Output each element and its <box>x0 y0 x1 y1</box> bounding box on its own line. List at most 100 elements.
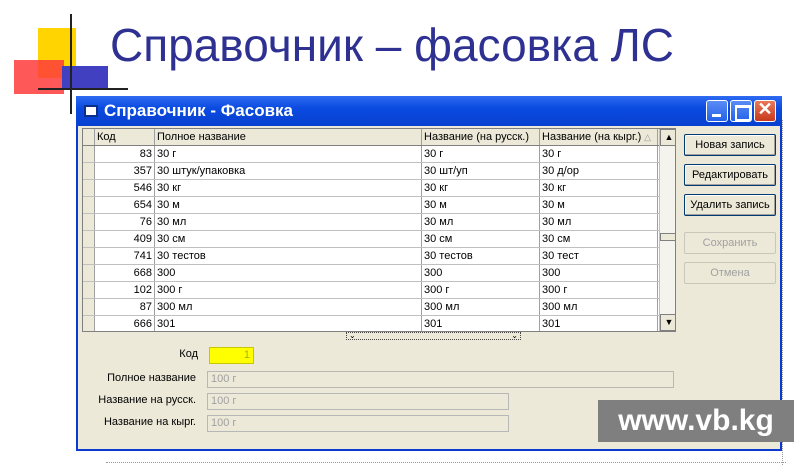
cell-kyr: 300 <box>540 265 658 281</box>
save-button[interactable]: Сохранить <box>684 232 776 254</box>
table-row[interactable]: 102 300 г 300 г 300 г <box>83 282 659 299</box>
slide-title: Справочник – фасовка ЛС <box>110 19 674 71</box>
cell-rus: 30 шт/уп <box>422 163 540 179</box>
cell-full-name: 300 <box>155 265 422 281</box>
grid-vertical-scrollbar[interactable]: ▲ ▼ <box>659 129 675 331</box>
cell-kyr: 301 <box>540 316 658 331</box>
sort-up-icon: △ <box>644 132 651 142</box>
cell-full-name: 300 мл <box>155 299 422 315</box>
cell-full-name: 30 кг <box>155 180 422 196</box>
chevron-down-icon: ⌄ <box>511 331 518 340</box>
cell-kod: 76 <box>95 214 155 230</box>
row-selector[interactable] <box>83 248 95 264</box>
cell-kod: 546 <box>95 180 155 196</box>
cancel-button[interactable]: Отмена <box>684 262 776 284</box>
table-row[interactable]: 409 30 см 30 см 30 см <box>83 231 659 248</box>
cell-kyr: 30 кг <box>540 180 658 196</box>
decor-vertical-line <box>70 14 72 114</box>
new-record-button[interactable]: Новая запись <box>684 134 776 156</box>
cell-kod: 83 <box>95 146 155 162</box>
cell-rus: 30 см <box>422 231 540 247</box>
window-titlebar[interactable]: Справочник - Фасовка ✕ <box>76 96 782 126</box>
full-name-field[interactable]: 100 г <box>207 371 674 388</box>
kod-field[interactable]: 1 <box>209 347 254 364</box>
row-selector[interactable] <box>83 197 95 213</box>
row-selector[interactable] <box>83 282 95 298</box>
table-row[interactable]: 76 30 мл 30 мл 30 мл <box>83 214 659 231</box>
window-title: Справочник - Фасовка <box>104 101 293 120</box>
kyr-name-field[interactable]: 100 г <box>207 415 509 432</box>
table-row[interactable]: 357 30 штук/упаковка 30 шт/уп 30 д/ор <box>83 163 659 180</box>
cell-rus: 301 <box>422 316 540 331</box>
cell-kod: 87 <box>95 299 155 315</box>
watermark: www.vb.kg <box>598 400 794 442</box>
cell-kyr: 300 мл <box>540 299 658 315</box>
cell-rus: 30 г <box>422 146 540 162</box>
column-header-kyr[interactable]: Название (на кырг.) △ <box>540 129 658 145</box>
row-selector[interactable] <box>83 265 95 281</box>
table-row[interactable]: 741 30 тестов 30 тестов 30 тест <box>83 248 659 265</box>
row-selector[interactable] <box>83 163 95 179</box>
table-row[interactable]: 666 301 301 301 <box>83 316 659 331</box>
slide-placeholder-border <box>106 462 786 463</box>
cell-kyr: 300 г <box>540 282 658 298</box>
cell-full-name: 30 м <box>155 197 422 213</box>
cell-rus: 300 мл <box>422 299 540 315</box>
table-row[interactable]: 654 30 м 30 м 30 м <box>83 197 659 214</box>
column-header-full-name[interactable]: Полное название <box>155 129 422 145</box>
grid-horizontal-scroll-handle[interactable]: ⌄ ⌄ <box>346 332 521 340</box>
scroll-down-arrow-icon[interactable]: ▼ <box>660 314 675 331</box>
decor-blue-square <box>62 66 108 90</box>
cell-kod: 409 <box>95 231 155 247</box>
cell-rus: 30 кг <box>422 180 540 196</box>
cell-full-name: 30 г <box>155 146 422 162</box>
close-button[interactable]: ✕ <box>754 99 776 122</box>
table-row[interactable]: 83 30 г 30 г 30 г <box>83 146 659 163</box>
cell-kyr: 30 см <box>540 231 658 247</box>
kod-label: Код <box>179 348 198 360</box>
cell-kod: 741 <box>95 248 155 264</box>
cell-kod: 666 <box>95 316 155 331</box>
window-app-icon <box>84 105 98 117</box>
row-selector[interactable] <box>83 180 95 196</box>
close-icon: ✕ <box>757 99 773 119</box>
row-selector[interactable] <box>83 231 95 247</box>
kyr-name-label: Название на кырг. <box>103 416 196 428</box>
minimize-button[interactable] <box>706 100 728 122</box>
cell-kod: 357 <box>95 163 155 179</box>
cell-full-name: 30 мл <box>155 214 422 230</box>
row-selector[interactable] <box>83 299 95 315</box>
cell-kyr: 30 д/ор <box>540 163 658 179</box>
column-header-rus[interactable]: Название (на русск.) <box>422 129 540 145</box>
cell-kod: 654 <box>95 197 155 213</box>
row-selector[interactable] <box>83 214 95 230</box>
cell-rus: 30 мл <box>422 214 540 230</box>
table-row[interactable]: 546 30 кг 30 кг 30 кг <box>83 180 659 197</box>
cell-rus: 300 г <box>422 282 540 298</box>
data-grid[interactable]: Код Полное название Название (на русск.)… <box>82 128 676 332</box>
reference-window: Справочник - Фасовка ✕ Код Полное назван… <box>76 96 782 451</box>
row-selector[interactable] <box>83 146 95 162</box>
table-row[interactable]: 668 300 300 300 <box>83 265 659 282</box>
maximize-button[interactable] <box>730 100 752 122</box>
full-name-label: Полное название <box>107 372 196 384</box>
column-header-kod[interactable]: Код <box>95 129 155 145</box>
cell-full-name: 30 штук/упаковка <box>155 163 422 179</box>
rus-name-field[interactable]: 100 г <box>207 393 509 410</box>
chevron-down-icon: ⌄ <box>349 331 356 340</box>
table-row[interactable]: 87 300 мл 300 мл 300 мл <box>83 299 659 316</box>
rus-name-label: Название на русск. <box>98 394 196 406</box>
cell-full-name: 30 тестов <box>155 248 422 264</box>
cell-rus: 30 м <box>422 197 540 213</box>
cell-full-name: 30 см <box>155 231 422 247</box>
row-selector[interactable] <box>83 316 95 331</box>
delete-record-button[interactable]: Удалить запись <box>684 194 776 216</box>
cell-kod: 668 <box>95 265 155 281</box>
scroll-up-arrow-icon[interactable]: ▲ <box>660 129 675 146</box>
cell-kyr: 30 тест <box>540 248 658 264</box>
column-header-kyr-label: Название (на кырг.) <box>542 131 642 143</box>
edit-button[interactable]: Редактировать <box>684 164 776 186</box>
cell-rus: 300 <box>422 265 540 281</box>
cell-full-name: 300 г <box>155 282 422 298</box>
scroll-thumb[interactable] <box>660 233 675 241</box>
